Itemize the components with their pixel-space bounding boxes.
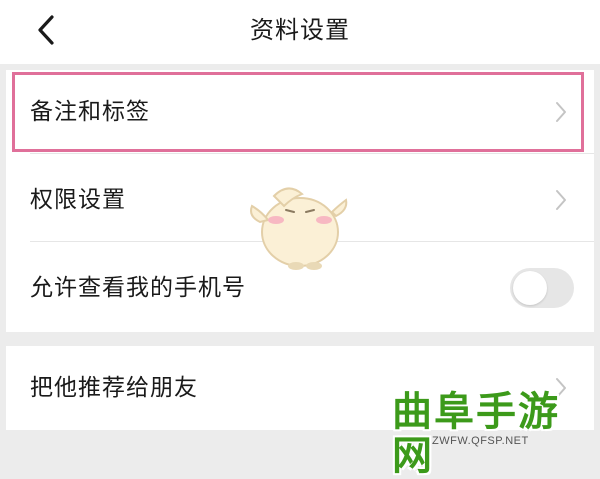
site-watermark-url: ZWFW.QFSP.NET [432,435,529,447]
divider [30,241,594,242]
top-bar: 资料设置 [0,0,600,64]
page-title: 资料设置 [250,16,350,44]
permissions-row[interactable]: 权限设置 [6,158,594,242]
chevron-right-icon [556,190,566,210]
permissions-label: 权限设置 [30,187,126,213]
allow-view-phone-row: 允许查看我的手机号 [6,246,594,330]
settings-group-main: 备注和标签 权限设置 允许查看我的手机号 [6,70,594,332]
toggle-knob [513,271,547,305]
allow-view-phone-label: 允许查看我的手机号 [30,275,246,301]
divider [30,153,594,154]
remark-and-tags-row[interactable]: 备注和标签 [6,70,594,154]
chevron-right-icon [556,102,566,122]
recommend-to-friends-label: 把他推荐给朋友 [30,375,198,401]
allow-view-phone-toggle[interactable] [510,268,574,308]
remark-and-tags-label: 备注和标签 [30,99,150,125]
